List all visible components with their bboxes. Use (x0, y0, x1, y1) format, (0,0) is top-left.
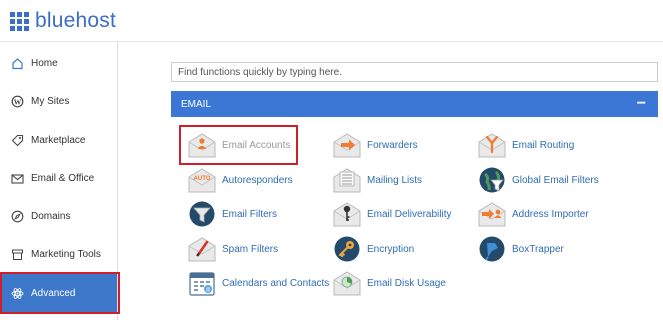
sidebar-item-label: My Sites (31, 95, 70, 107)
page: bluehost Home W My Sites Marketplace Ema… (0, 0, 663, 320)
tool-mailing-lists[interactable]: Mailing Lists (333, 165, 422, 195)
email-section-header[interactable]: EMAIL − (171, 91, 658, 117)
tool-email-accounts[interactable]: Email Accounts (188, 130, 290, 160)
store-icon (11, 248, 24, 261)
sidebar-item-advanced[interactable]: Advanced (0, 274, 117, 312)
autoresponders-icon: AUTO (188, 168, 216, 193)
tool-label: Spam Filters (222, 243, 279, 255)
tool-label: Encryption (367, 243, 415, 255)
sidebar-item-domains[interactable]: Domains (0, 197, 117, 235)
tool-label: Address Importer (512, 208, 589, 220)
tool-boxtrapper[interactable]: BoxTrapper (478, 234, 564, 264)
sidebar-item-label: Domains (31, 210, 71, 222)
tool-email-disk-usage[interactable]: Email Disk Usage (333, 268, 446, 298)
sidebar-item-my-sites[interactable]: W My Sites (0, 82, 117, 120)
section-title: EMAIL (181, 98, 212, 110)
email-disk-usage-icon (333, 271, 361, 296)
tool-email-filters[interactable]: Email Filters (188, 199, 277, 229)
sidebar-item-label: Marketing Tools (31, 248, 101, 260)
sidebar-item-marketing-tools[interactable]: Marketing Tools (0, 235, 117, 273)
tool-spam-filters[interactable]: Spam Filters (188, 234, 278, 264)
tool-encryption[interactable]: Encryption (333, 234, 414, 264)
tool-label: Calendars and Contacts (222, 277, 330, 289)
tool-email-routing[interactable]: Email Routing (478, 130, 574, 160)
tool-email-deliverability[interactable]: Email Deliverability (333, 199, 451, 229)
email-deliverability-icon (333, 202, 361, 227)
email-routing-icon (478, 133, 506, 158)
tool-global-email-filters[interactable]: Global Email Filters (478, 165, 599, 195)
top-bar: bluehost (0, 0, 663, 42)
envelope-icon (11, 172, 24, 185)
tool-label: Email Routing (512, 139, 575, 151)
tool-forwarders[interactable]: Forwarders (333, 130, 418, 160)
tool-label: BoxTrapper (512, 243, 564, 255)
boxtrapper-icon (479, 236, 505, 262)
global-email-filters-icon (479, 167, 505, 193)
svg-text:@: @ (205, 287, 210, 293)
encryption-icon (334, 236, 360, 262)
tool-autoresponders[interactable]: AUTO Autoresponders (188, 165, 293, 195)
tool-address-importer[interactable]: Address Importer (478, 199, 589, 229)
sidebar-item-email-office[interactable]: Email & Office (0, 159, 117, 197)
tool-label: Autoresponders (222, 174, 293, 186)
email-accounts-icon (188, 133, 216, 158)
tool-label: Email Disk Usage (367, 277, 446, 289)
tool-label: Email Filters (222, 208, 278, 220)
tool-label: Global Email Filters (512, 174, 599, 186)
sidebar: Home W My Sites Marketplace Email & Offi… (0, 42, 118, 320)
sidebar-item-label: Home (31, 57, 58, 69)
tool-label: Email Accounts (222, 139, 291, 151)
forwarders-icon (333, 133, 361, 158)
spam-filters-icon (188, 237, 216, 262)
brand-name: bluehost (35, 9, 116, 32)
tag-icon (11, 134, 24, 147)
sidebar-item-label: Email & Office (31, 172, 95, 184)
calendars-contacts-icon: @ (189, 272, 215, 296)
email-filters-icon (189, 201, 215, 227)
tool-label: Forwarders (367, 139, 418, 151)
atom-icon (11, 287, 24, 300)
wordpress-icon: W (11, 95, 24, 108)
tool-label: Mailing Lists (367, 174, 423, 186)
brand-logo[interactable]: bluehost (10, 9, 116, 33)
address-importer-icon (478, 202, 506, 227)
sidebar-item-label: Marketplace (31, 134, 86, 146)
auto-badge: AUTO (194, 176, 211, 182)
compass-icon (11, 210, 24, 223)
collapse-icon[interactable]: − (637, 96, 646, 112)
mailing-lists-icon (333, 168, 361, 193)
svg-text:W: W (14, 97, 22, 106)
logo-grid-icon (10, 11, 29, 31)
sidebar-item-home[interactable]: Home (0, 44, 117, 82)
search-input[interactable] (171, 62, 658, 82)
sidebar-item-marketplace[interactable]: Marketplace (0, 121, 117, 159)
tool-calendars-and-contacts[interactable]: @ Calendars and Contacts (188, 268, 329, 298)
home-icon (11, 57, 24, 70)
tool-label: Email Deliverability (367, 208, 452, 220)
sidebar-item-label: Advanced (31, 287, 76, 299)
